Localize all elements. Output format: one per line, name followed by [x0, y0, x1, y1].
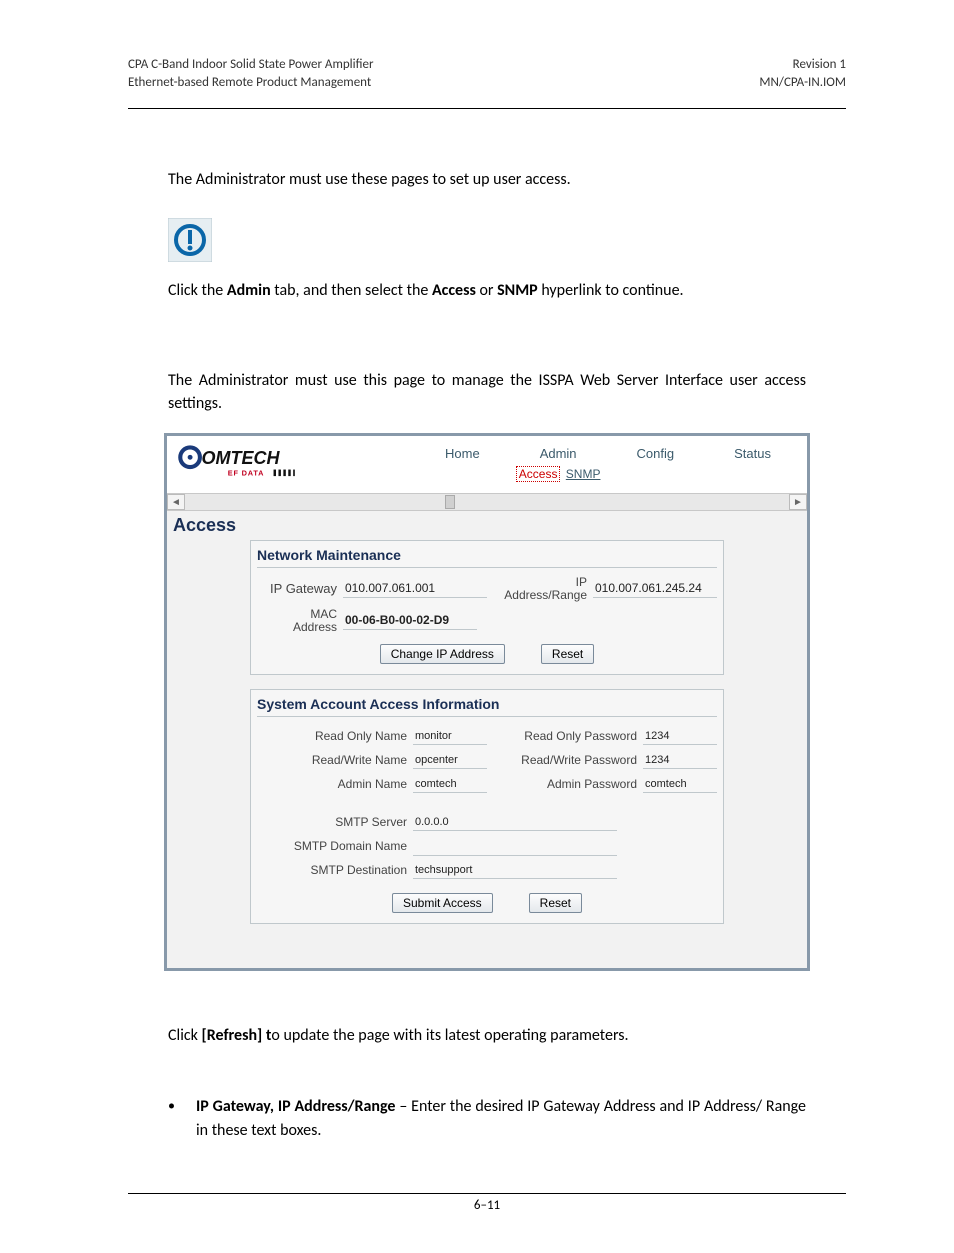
- reset-network-button[interactable]: Reset: [541, 644, 594, 664]
- ip-gateway-field[interactable]: 010.007.061.001: [343, 579, 487, 598]
- tab-home[interactable]: Home: [415, 442, 510, 465]
- subtab-access[interactable]: Access: [516, 466, 561, 482]
- reset-access-button[interactable]: Reset: [529, 893, 582, 913]
- bullet-heading: IP Gateway, IP Address/Range: [196, 1097, 395, 1116]
- panel2-title: System Account Access Information: [257, 696, 717, 717]
- bullet-icon: •: [168, 1095, 196, 1143]
- read-only-name-label: Read Only Name: [257, 730, 413, 743]
- ip-gateway-label: IP Gateway: [257, 582, 343, 596]
- admin-name-label: Admin Name: [257, 778, 413, 791]
- panel1-title: Network Maintenance: [257, 547, 717, 568]
- logo: OMTECH EF DATA: [167, 436, 415, 493]
- read-only-name-field[interactable]: monitor: [413, 728, 487, 745]
- change-ip-address-button[interactable]: Change IP Address: [380, 644, 505, 664]
- system-account-panel: System Account Access Information Read O…: [250, 689, 724, 924]
- read-only-password-label: Read Only Password: [487, 730, 643, 743]
- read-write-name-label: Read/Write Name: [257, 754, 413, 767]
- page-number: 6–11: [128, 1198, 846, 1213]
- ip-address-range-label: IP Address/Range: [487, 576, 593, 601]
- smtp-domain-label: SMTP Domain Name: [257, 840, 413, 853]
- scroll-left-icon[interactable]: ◄: [167, 494, 185, 510]
- smtp-domain-field[interactable]: [413, 837, 617, 856]
- ip-address-range-field[interactable]: 010.007.061.245.24: [593, 579, 717, 598]
- smtp-server-label: SMTP Server: [257, 816, 413, 829]
- header-right-line2: MN/CPA-IN.IOM: [759, 74, 846, 92]
- header-left-line2: Ethernet-based Remote Product Management: [128, 74, 374, 92]
- admin-password-label: Admin Password: [487, 778, 643, 791]
- network-maintenance-panel: Network Maintenance IP Gateway 010.007.0…: [250, 540, 724, 675]
- screenshot-panel: OMTECH EF DATA Home Admin Acce: [164, 433, 810, 971]
- tab-admin[interactable]: Admin: [510, 442, 607, 465]
- info-icon: [168, 218, 212, 262]
- bullet-item: • IP Gateway, IP Address/Range – Enter t…: [168, 1095, 806, 1143]
- footer-rule: [128, 1193, 846, 1194]
- smtp-destination-field[interactable]: techsupport: [413, 862, 617, 879]
- header-rule: [128, 108, 846, 109]
- read-write-password-label: Read/Write Password: [487, 754, 643, 767]
- scroll-right-icon[interactable]: ►: [789, 494, 807, 510]
- refresh-paragraph: Click [Refresh] to update the page with …: [168, 1025, 806, 1047]
- smtp-destination-label: SMTP Destination: [257, 864, 413, 877]
- svg-text:EF DATA: EF DATA: [228, 468, 265, 477]
- header-left: CPA C-Band Indoor Solid State Power Ampl…: [128, 56, 374, 92]
- scroll-thumb[interactable]: [445, 495, 455, 509]
- header-right-line1: Revision 1: [759, 56, 846, 74]
- submit-access-button[interactable]: Submit Access: [392, 893, 493, 913]
- read-write-password-field[interactable]: 1234: [643, 752, 717, 769]
- tab-config[interactable]: Config: [607, 442, 705, 465]
- smtp-server-field[interactable]: 0.0.0.0: [413, 814, 617, 831]
- header-right: Revision 1 MN/CPA-IN.IOM: [759, 56, 846, 92]
- intro-paragraph-2: Click the Admin tab, and then select the…: [168, 280, 806, 302]
- header-left-line1: CPA C-Band Indoor Solid State Power Ampl…: [128, 56, 374, 74]
- svg-text:OMTECH: OMTECH: [202, 448, 281, 468]
- read-only-password-field[interactable]: 1234: [643, 728, 717, 745]
- mac-address-label: MAC Address: [257, 608, 343, 633]
- subtab-snmp[interactable]: SNMP: [566, 467, 601, 481]
- mac-address-value: 00-06-B0-00-02-D9: [343, 611, 477, 630]
- admin-password-field[interactable]: comtech: [643, 776, 717, 793]
- intro-paragraph-3: The Administrator must use this page to …: [168, 370, 806, 415]
- admin-name-field[interactable]: comtech: [413, 776, 487, 793]
- read-write-name-field[interactable]: opcenter: [413, 752, 487, 769]
- page-title: Access: [167, 513, 807, 540]
- horizontal-scrollbar[interactable]: ◄ ►: [167, 494, 807, 511]
- intro-paragraph-1: The Administrator must use these pages t…: [168, 169, 806, 191]
- tab-status[interactable]: Status: [704, 442, 801, 465]
